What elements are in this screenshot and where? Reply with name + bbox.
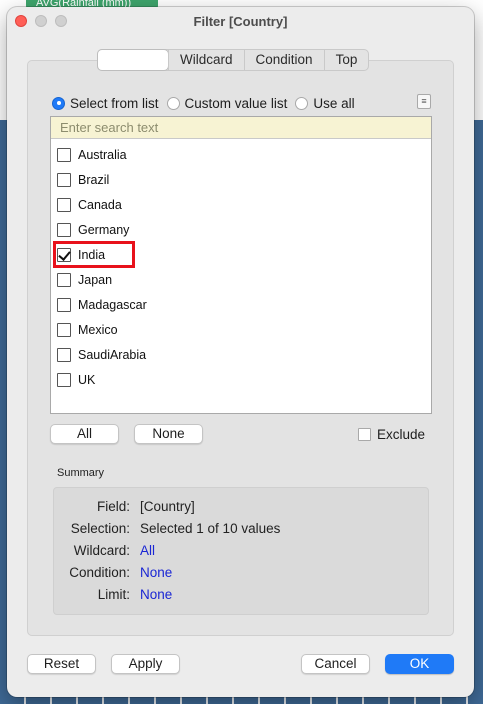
list-item-canada[interactable]: Canada: [57, 192, 147, 217]
list-item-label: India: [78, 247, 106, 262]
radio-select-from-list[interactable]: Select from list: [52, 96, 159, 111]
list-options-menu-icon[interactable]: ≡: [417, 94, 431, 109]
filter-dialog: Filter [Country] Wildcard Condition Top …: [7, 7, 474, 697]
cancel-button[interactable]: Cancel: [301, 654, 370, 674]
exclude-toggle[interactable]: Exclude: [358, 427, 425, 442]
list-item-india[interactable]: India: [53, 241, 147, 268]
checkbox[interactable]: [57, 197, 71, 212]
summary-box: Field: [Country] Selection: Selected 1 o…: [53, 487, 429, 615]
checkbox[interactable]: [57, 347, 71, 362]
values-list: Australia Brazil Canada Germany India: [50, 116, 432, 414]
tab-wildcard[interactable]: Wildcard: [168, 50, 244, 70]
summary-row-wildcard: Wildcard: All: [54, 543, 155, 561]
selection-mode-radios: Select from list Custom value list Use a…: [52, 95, 363, 111]
app-background-right: [474, 120, 483, 704]
checkbox[interactable]: [57, 372, 71, 387]
summary-value: [Country]: [140, 499, 195, 514]
summary-row-selection: Selection: Selected 1 of 10 values: [54, 521, 281, 539]
radio-indicator[interactable]: [295, 96, 309, 110]
filter-tabs: Wildcard Condition Top: [97, 49, 370, 71]
summary-key: Field:: [96, 499, 130, 514]
list-item-label: UK: [78, 372, 96, 387]
list-item-brazil[interactable]: Brazil: [57, 167, 147, 192]
condition-link[interactable]: None: [140, 565, 172, 583]
summary-row-limit: Limit: None: [54, 587, 173, 605]
list-item-label: Japan: [78, 272, 113, 287]
list-item-label: Australia: [78, 147, 127, 162]
summary-key: Limit:: [97, 587, 130, 602]
exclude-label: Exclude: [377, 427, 426, 442]
list-item-saudiarabia[interactable]: SaudiArabia: [57, 342, 147, 367]
list-item-germany[interactable]: Germany: [57, 217, 147, 242]
list-item-label: Brazil: [78, 172, 110, 187]
summary-key: Condition:: [69, 565, 130, 580]
apply-button[interactable]: Apply: [111, 654, 180, 674]
list-item-madagascar[interactable]: Madagascar: [57, 292, 147, 317]
radio-custom-value-list[interactable]: Custom value list: [166, 95, 288, 111]
dialog-title: Filter [Country]: [193, 14, 288, 29]
summary-key: Wildcard:: [73, 543, 130, 558]
radio-indicator[interactable]: [166, 96, 180, 110]
summary-key: Selection:: [70, 521, 130, 536]
checkbox[interactable]: [57, 172, 71, 187]
ok-button[interactable]: OK: [385, 654, 454, 674]
checkbox[interactable]: [57, 147, 71, 162]
checkbox[interactable]: [57, 297, 71, 312]
search-input[interactable]: [51, 117, 431, 139]
values-items: Australia Brazil Canada Germany India Ja…: [53, 142, 147, 392]
summary-row-condition: Condition: None: [54, 565, 172, 583]
tab-condition[interactable]: Condition: [243, 50, 324, 70]
radio-label: Use all: [313, 95, 355, 111]
select-none-button[interactable]: None: [134, 424, 203, 444]
list-item-uk[interactable]: UK: [57, 367, 147, 392]
title-bar: Filter [Country]: [7, 7, 474, 35]
checkbox[interactable]: [57, 222, 71, 237]
checkbox-checked[interactable]: [57, 247, 71, 262]
tab-general[interactable]: [98, 50, 168, 70]
radio-label: Custom value list: [184, 95, 288, 111]
list-item-label: Mexico: [78, 322, 118, 337]
reset-button[interactable]: Reset: [27, 654, 96, 674]
radio-indicator[interactable]: [52, 96, 65, 110]
exclude-checkbox[interactable]: [358, 428, 371, 441]
list-item-label: Madagascar: [78, 297, 147, 312]
checkbox[interactable]: [57, 272, 71, 287]
list-item-label: SaudiArabia: [78, 347, 147, 362]
summary-heading: Summary: [57, 467, 105, 479]
list-item-japan[interactable]: Japan: [57, 267, 147, 292]
select-all-button[interactable]: All: [50, 424, 119, 444]
radio-use-all[interactable]: Use all: [295, 95, 355, 111]
summary-row-field: Field: [Country]: [54, 499, 195, 517]
limit-link[interactable]: None: [140, 587, 172, 605]
wildcard-link[interactable]: All: [140, 543, 155, 561]
list-item-label: Canada: [78, 197, 122, 212]
list-item-australia[interactable]: Australia: [57, 142, 147, 167]
checkbox[interactable]: [57, 322, 71, 337]
list-item-label: Germany: [78, 222, 130, 237]
summary-value: Selected 1 of 10 values: [140, 521, 281, 536]
list-item-mexico[interactable]: Mexico: [57, 317, 147, 342]
tab-top[interactable]: Top: [323, 50, 369, 70]
radio-label: Select from list: [70, 95, 159, 111]
